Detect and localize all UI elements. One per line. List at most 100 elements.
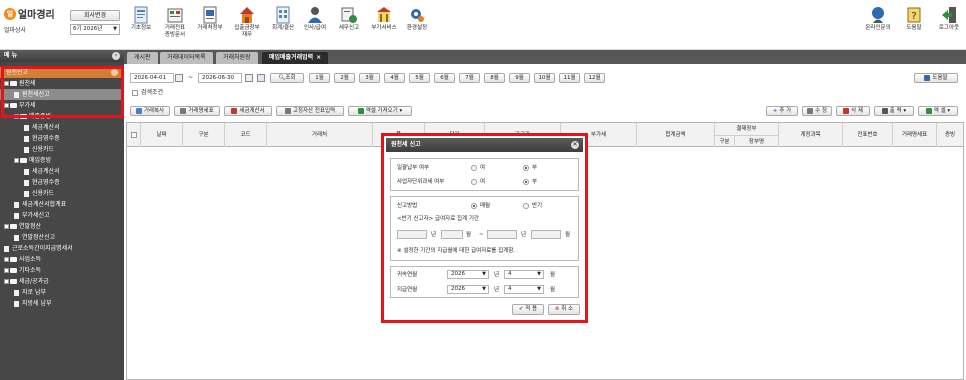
column-header[interactable]: 결제장부 [715, 123, 779, 135]
sidebar-item[interactable]: 기타소득 [0, 265, 124, 276]
date-to-input[interactable]: 2026-06-30 [198, 73, 242, 83]
toolbar-voucher[interactable]: 거래전표 증빙문서 [160, 6, 190, 46]
close-icon[interactable]: ✕ [571, 141, 579, 149]
filing-half-option[interactable]: 반기 [523, 202, 542, 210]
sidebar-item[interactable]: 세금계산서 [0, 122, 124, 133]
expand-toggle-icon[interactable] [14, 114, 19, 119]
sidebar-item[interactable]: 지로 납부 [0, 287, 124, 298]
half-start-month-input[interactable] [441, 230, 463, 239]
radio-selected-icon[interactable] [471, 202, 477, 209]
sidebar-item[interactable]: 세금/공과금 [0, 276, 124, 287]
sidebar-item[interactable]: 현금영수증 [0, 177, 124, 188]
column-header[interactable]: 날짜 [141, 123, 183, 147]
sidebar-item[interactable]: 사업소득 [0, 254, 124, 265]
month-button[interactable]: 10월 [534, 73, 555, 83]
sidebar-section-withholding[interactable]: 원천신고 [0, 67, 124, 78]
toolbar-inquiry[interactable]: 온라인문의 [860, 6, 896, 46]
filing-monthly-option[interactable]: 매월 [471, 202, 490, 210]
month-button[interactable]: 7월 [459, 73, 480, 83]
column-header[interactable]: 합계금액 [637, 123, 715, 147]
sidebar-item[interactable]: 세금계산서합계표 [0, 199, 124, 210]
statement-button[interactable]: 거래명세표 [174, 106, 220, 116]
excel-import-button[interactable]: 엑셀 가져오기 ▾ [348, 106, 412, 116]
month-button[interactable]: 4월 [384, 73, 405, 83]
month-button[interactable]: 1월 [309, 73, 330, 83]
column-header[interactable]: 거래명세표 [893, 123, 937, 147]
column-header[interactable]: 증빙 [937, 123, 963, 147]
section-toggle-icon[interactable] [111, 69, 118, 76]
radio-icon[interactable] [523, 202, 529, 209]
expand-toggle-icon[interactable] [4, 268, 9, 273]
tab-transaction-list[interactable]: 거래데이터목록 [160, 52, 213, 64]
fixed-asset-entry-button[interactable]: 고정자산 전표입력 [276, 106, 344, 116]
expand-toggle-icon[interactable] [4, 224, 9, 229]
month-button[interactable]: 9월 [509, 73, 530, 83]
tab-client-ledger[interactable]: 거래처원장 [216, 52, 258, 64]
edit-button[interactable]: 수 정 [802, 106, 832, 116]
expand-toggle-icon[interactable] [4, 103, 9, 108]
toolbar-cashbook[interactable]: 입출금장부 재무 [230, 6, 264, 46]
sidebar-item[interactable]: 세금계산서 [0, 166, 124, 177]
toolbar-payroll[interactable]: 인사/급여 [300, 6, 330, 46]
half-end-month-input[interactable] [531, 230, 561, 239]
expand-toggle-icon[interactable] [4, 257, 9, 262]
calendar-icon[interactable] [175, 74, 183, 82]
toolbar-accounting[interactable]: 회계/결산 [268, 6, 298, 46]
sidebar-item[interactable]: 매출증빙 [0, 111, 124, 122]
sidebar-item[interactable]: 연말정산 [0, 221, 124, 232]
column-header[interactable]: 계정과목 [779, 123, 843, 147]
month-button[interactable]: 5월 [409, 73, 430, 83]
sidebar-item[interactable]: 연말정산신고 [0, 232, 124, 243]
toolbar-basic-info[interactable]: 기초정보 [128, 6, 154, 46]
half-end-year-input[interactable] [487, 230, 517, 239]
sidebar-item[interactable]: 부가세신고 [0, 210, 124, 221]
sidebar-item[interactable]: 부가세 [0, 100, 124, 111]
bulk-payment-no[interactable]: 부 [523, 164, 537, 172]
excel-export-button[interactable]: 엑 셀 ▾ [918, 106, 958, 116]
cancel-button[interactable]: ⊗ 취 소 [548, 304, 580, 315]
date-from-input[interactable]: 2026-04-01 [130, 73, 174, 83]
calendar-icon[interactable] [245, 74, 253, 82]
help-button[interactable]: 도움말 [914, 73, 958, 83]
month-button[interactable]: 12월 [584, 73, 605, 83]
toolbar-logout[interactable]: 로그아웃 [934, 6, 964, 46]
toolbar-service[interactable]: 부가서비스 [368, 6, 400, 46]
unit-tax-yes[interactable]: 여 [471, 178, 485, 186]
apply-button[interactable]: ✔ 적 용 [512, 304, 544, 315]
sidebar-item[interactable]: 매입증빙 [0, 155, 124, 166]
print-button[interactable]: 출 력 ▾ [874, 106, 914, 116]
search-condition-toggle[interactable]: 검색조건 [132, 87, 163, 96]
sidebar-item[interactable]: 신용카드 [0, 188, 124, 199]
column-header[interactable]: 전표번호 [843, 123, 893, 147]
sidebar-item[interactable]: 근로소득간이지급명세서 [0, 243, 124, 254]
sidebar-item[interactable]: 원천세 [0, 78, 124, 89]
expand-toggle-icon[interactable] [14, 158, 19, 163]
expand-toggle-icon[interactable] [4, 81, 9, 86]
month-button[interactable]: 11월 [559, 73, 580, 83]
select-all-checkbox[interactable] [130, 131, 137, 138]
pay-year-select[interactable]: 2026 ▼ [447, 285, 489, 294]
unit-tax-no[interactable]: 부 [523, 178, 537, 186]
radio-selected-icon[interactable] [523, 164, 529, 171]
radio-icon[interactable] [471, 178, 477, 185]
month-button[interactable]: 3월 [359, 73, 380, 83]
add-button[interactable]: + 추 가 [766, 106, 798, 116]
radio-selected-icon[interactable] [523, 178, 529, 185]
tax-invoice-button[interactable]: 세금계산서 [224, 106, 272, 116]
column-header[interactable]: 구분 [183, 123, 225, 147]
month-button[interactable]: 6월 [434, 73, 455, 83]
copy-transaction-button[interactable]: 거래복사 [130, 106, 170, 116]
sidebar-item[interactable]: 현금영수증 [0, 133, 124, 144]
column-header[interactable]: 거래처 [267, 123, 373, 147]
belong-year-select[interactable]: 2026 ▼ [447, 270, 489, 279]
toolbar-client[interactable]: 거래처정부 [195, 6, 225, 46]
toolbar-settings[interactable]: 환경설정 [402, 6, 432, 46]
radio-icon[interactable] [471, 164, 477, 171]
half-start-year-input[interactable] [397, 230, 427, 239]
bulk-payment-yes[interactable]: 여 [471, 164, 485, 172]
delete-button[interactable]: 삭 제 [836, 106, 870, 116]
pay-month-select[interactable]: 4 ▼ [504, 285, 544, 294]
expand-toggle-icon[interactable] [4, 279, 9, 284]
belong-month-select[interactable]: 4 ▼ [504, 270, 544, 279]
column-header[interactable]: 코드 [225, 123, 267, 147]
